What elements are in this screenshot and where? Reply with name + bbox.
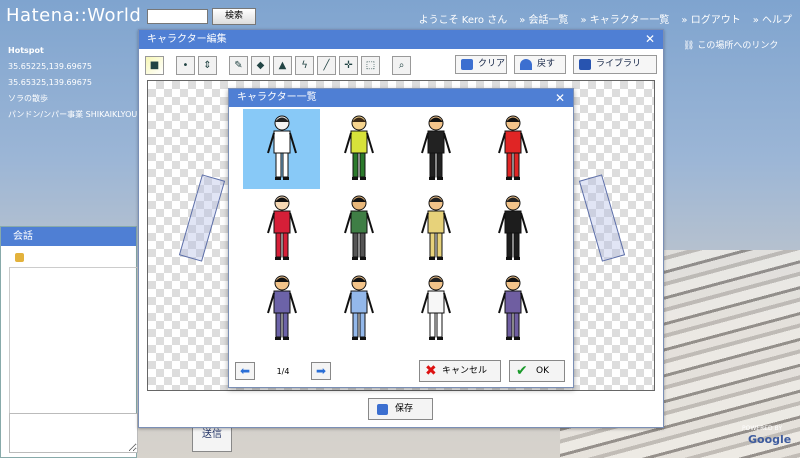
dialog-title: キャラクター一覧: [237, 92, 317, 103]
pagination: ⬅ 1/4 ➡: [235, 362, 331, 380]
close-icon[interactable]: ✕: [555, 89, 565, 107]
link-label: この場所へのリンク: [697, 41, 779, 51]
hotspot-panel: Hotspot 35.65225,139.69675 35.65325,139.…: [8, 43, 137, 123]
character-blue-shirt[interactable]: [320, 269, 397, 349]
pencil-icon[interactable]: ✎: [229, 55, 248, 75]
top-bar: Hatena::World 検索 ようこそ Kero さん » 会話一覧 » キ…: [0, 0, 800, 32]
hotspot-item[interactable]: パンドン/ンパー事業 SHIKAIKLYOU: [8, 107, 137, 123]
chat-header: 会話: [1, 227, 136, 246]
site-logo[interactable]: Hatena::World: [6, 5, 141, 26]
nav-welcome: ようこそ Kero さん: [418, 15, 508, 26]
brush-size-icon[interactable]: •: [176, 55, 195, 75]
user-icon: [15, 253, 24, 262]
book-icon: [579, 59, 591, 70]
cancel-icon: ✖: [425, 363, 437, 379]
zoom-icon[interactable]: ⌕: [392, 55, 411, 75]
nav-conversations[interactable]: » 会話一覧: [519, 11, 568, 26]
transform-icon[interactable]: ⬚: [361, 55, 380, 75]
chat-log[interactable]: [9, 267, 138, 427]
character-skeleton[interactable]: [243, 109, 320, 189]
save-icon: [377, 404, 388, 415]
nav-label: ヘルプ: [762, 15, 792, 26]
save-label: 保存: [395, 404, 414, 414]
character-white-shirt[interactable]: [397, 269, 474, 349]
next-page-button[interactable]: ➡: [311, 362, 331, 380]
eraser-icon: [461, 59, 473, 70]
stepper-icon[interactable]: ⇕: [198, 55, 217, 75]
dialog-title-bar: キャラクター一覧 ✕: [229, 89, 573, 107]
lightning-icon[interactable]: ϟ: [295, 55, 314, 75]
move-icon[interactable]: ✛: [339, 55, 358, 75]
search-button[interactable]: 検索: [212, 8, 256, 25]
eyedropper-icon[interactable]: ╱: [317, 55, 336, 75]
color-picker-icon[interactable]: ■: [145, 55, 164, 75]
nav-label: ログアウト: [690, 15, 741, 26]
cancel-label: キャンセル: [442, 366, 488, 376]
character-black-suit[interactable]: [397, 109, 474, 189]
eraser-icon[interactable]: ◆: [251, 55, 270, 75]
character-black-dress[interactable]: [474, 189, 551, 269]
library-label: ライブラリ: [596, 59, 642, 69]
character-kimono[interactable]: [243, 189, 320, 269]
top-navigation: ようこそ Kero さん » 会話一覧 » キャラクター一覧 » ログアウト »…: [419, 11, 792, 26]
hotspot-item[interactable]: 35.65225,139.69675: [8, 59, 137, 75]
library-button[interactable]: ライブラリ: [573, 55, 657, 74]
page-indicator: 1/4: [276, 366, 290, 376]
chat-panel: 会話: [0, 226, 138, 458]
close-icon[interactable]: ✕: [645, 30, 655, 49]
editor-title: キャラクター編集: [147, 34, 227, 45]
character-yellow-shirt[interactable]: [320, 109, 397, 189]
nav-label: キャラクター一覧: [589, 15, 670, 26]
link-to-location[interactable]: ⛓ この場所へのリンク: [683, 38, 778, 51]
undo-button[interactable]: 戻す: [514, 55, 566, 74]
character-striped-shirt[interactable]: [320, 189, 397, 269]
save-button[interactable]: 保存: [368, 398, 433, 420]
previous-page-button[interactable]: ⬅: [235, 362, 255, 380]
character-yellow-suit[interactable]: [397, 189, 474, 269]
clear-label: クリア: [478, 59, 506, 69]
editor-toolbar: ■ • ⇕ ✎ ◆ ▲ ϟ ╱ ✛ ⬚ ⌕: [145, 54, 411, 76]
undo-icon: [520, 59, 532, 70]
hotspot-title: Hotspot: [8, 46, 44, 55]
nav-logout[interactable]: » ログアウト: [681, 11, 740, 26]
character-grid: [243, 109, 553, 349]
ok-button[interactable]: ✔ OK: [509, 360, 565, 382]
cancel-button[interactable]: ✖ キャンセル: [419, 360, 501, 382]
editor-title-bar: キャラクター編集 ✕: [139, 30, 663, 49]
character-left-arm: [178, 174, 226, 262]
character-red-dress[interactable]: [474, 109, 551, 189]
undo-label: 戻す: [537, 59, 556, 69]
clear-button[interactable]: クリア: [455, 55, 507, 74]
hotspot-item[interactable]: 35.65325,139.69675: [8, 75, 137, 91]
character-purple-jacket[interactable]: [474, 269, 551, 349]
nav-characters[interactable]: » キャラクター一覧: [581, 11, 670, 26]
search-input[interactable]: [147, 9, 208, 24]
ok-label: OK: [536, 366, 549, 376]
character-purple-outfit[interactable]: [243, 269, 320, 349]
nav-help[interactable]: » ヘルプ: [753, 11, 792, 26]
fill-bucket-icon[interactable]: ▲: [273, 55, 292, 75]
character-list-dialog: キャラクター一覧 ✕ ⬅ 1/4 ➡ ✖ キャンセル ✔ OK: [228, 88, 574, 388]
character-right-arm: [578, 174, 626, 262]
chat-input[interactable]: [9, 413, 138, 453]
link-icon: ⛓: [683, 41, 695, 51]
map-attribution-label: POWERED BY: [742, 425, 783, 432]
check-icon: ✔: [516, 363, 528, 379]
nav-label: 会話一覧: [528, 15, 569, 26]
google-logo: Google: [748, 433, 792, 446]
hotspot-item[interactable]: ソラの散歩: [8, 91, 137, 107]
